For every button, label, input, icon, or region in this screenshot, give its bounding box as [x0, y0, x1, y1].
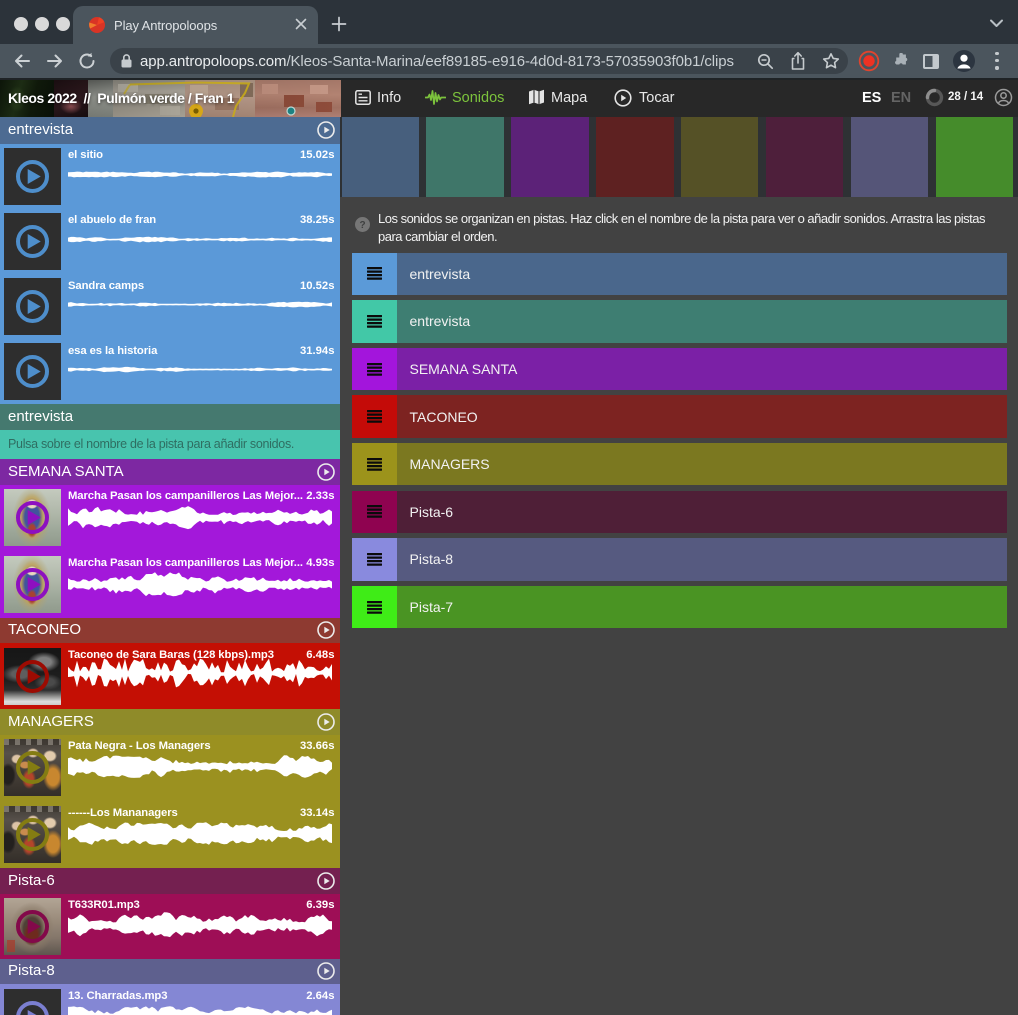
svg-text:?: ?	[359, 220, 365, 231]
